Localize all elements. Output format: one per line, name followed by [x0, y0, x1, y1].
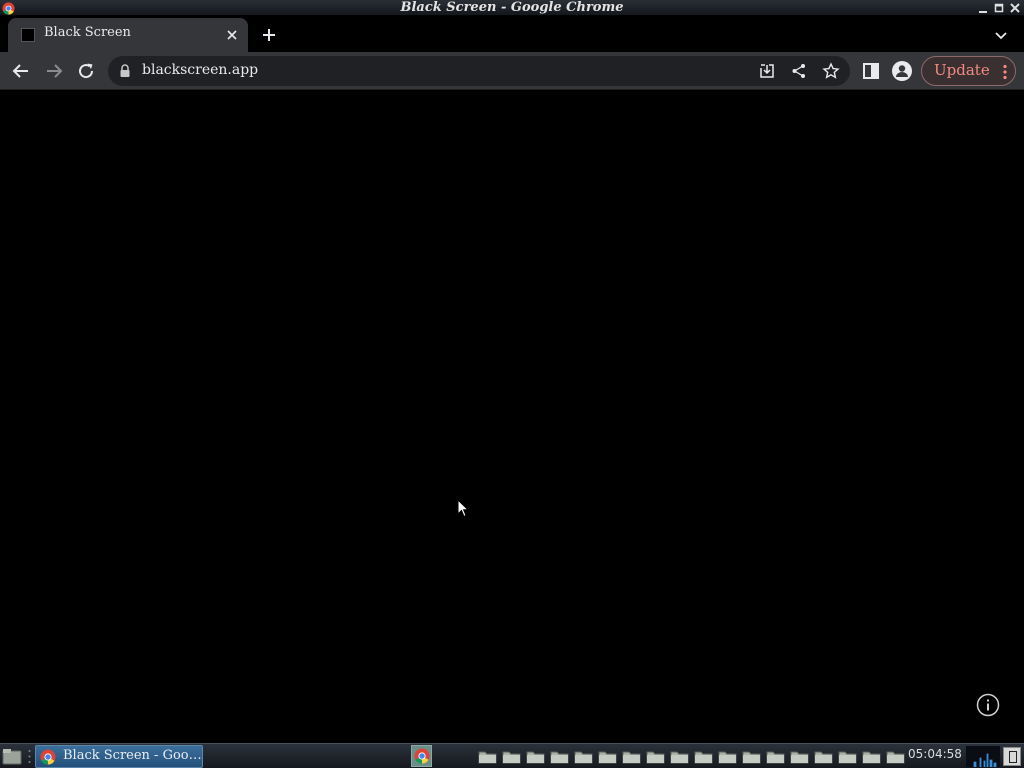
taskbar-window-label: Black Screen - Goo… — [63, 748, 202, 763]
chrome-launcher-icon — [414, 748, 430, 764]
cpu-monitor-graph[interactable] — [966, 746, 1000, 767]
profile-icon[interactable] — [891, 60, 913, 82]
tray-button[interactable] — [1003, 747, 1021, 766]
lock-icon[interactable] — [119, 64, 131, 78]
workspace-folder-icon[interactable] — [838, 749, 857, 764]
workspace-folder-icon[interactable] — [718, 749, 737, 764]
window-title: Black Screen - Google Chrome — [400, 0, 624, 15]
update-button-label: Update — [934, 61, 990, 79]
maximize-icon[interactable] — [992, 1, 1006, 15]
workspace-folder-icon[interactable] — [574, 749, 593, 764]
workspace-folder-icon[interactable] — [742, 749, 761, 764]
workspace-folder-icon[interactable] — [814, 749, 833, 764]
workspace-folder-icon[interactable] — [550, 749, 569, 764]
browser-toolbar: blackscreen.app Update — [0, 52, 1024, 90]
tab-strip: Black Screen — [0, 16, 1024, 52]
tab-black-screen[interactable]: Black Screen — [8, 18, 248, 52]
workspace-folder-icon[interactable] — [670, 749, 689, 764]
start-menu-icon[interactable] — [2, 748, 22, 765]
back-arrow-icon[interactable] — [10, 60, 32, 82]
tab-title: Black Screen — [44, 25, 131, 40]
workspace-folder-icon[interactable] — [502, 749, 521, 764]
share-icon[interactable] — [790, 62, 808, 80]
tab-favicon-icon — [21, 28, 35, 42]
new-tab-button[interactable] — [258, 24, 280, 46]
workspace-folder-icon[interactable] — [526, 749, 545, 764]
chrome-icon — [40, 749, 56, 765]
bookmark-star-icon[interactable] — [822, 62, 840, 80]
taskbar-clock[interactable]: 05:04:58 — [908, 747, 962, 761]
close-icon[interactable] — [1008, 1, 1022, 15]
workspace-folder-icon[interactable] — [646, 749, 665, 764]
mouse-cursor-icon — [457, 499, 469, 518]
update-button[interactable]: Update — [921, 56, 1016, 86]
workspace-folder-icon[interactable] — [886, 749, 905, 764]
kebab-menu-icon[interactable] — [998, 63, 1012, 81]
reload-icon[interactable] — [75, 60, 97, 82]
forward-arrow-icon[interactable] — [43, 60, 65, 82]
workspace-folder-icon[interactable] — [862, 749, 881, 764]
workspace-folder-icon[interactable] — [694, 749, 713, 764]
url-text[interactable]: blackscreen.app — [142, 62, 258, 78]
install-app-icon[interactable] — [758, 62, 776, 80]
workspace-folder-icon[interactable] — [478, 749, 497, 764]
workspace-folder-icon[interactable] — [766, 749, 785, 764]
taskbar-chrome-window[interactable]: Black Screen - Goo… — [35, 745, 203, 768]
minimize-icon[interactable] — [976, 1, 990, 15]
tab-search-chevron-down-icon[interactable] — [992, 26, 1010, 44]
page-content-black-screen[interactable] — [0, 90, 1024, 743]
workspace-folder-icon[interactable] — [598, 749, 617, 764]
window-titlebar[interactable]: Black Screen - Google Chrome — [0, 0, 1024, 16]
taskbar: Black Screen - Goo… 05:04:58 — [0, 743, 1024, 768]
workspace-folder-icon[interactable] — [790, 749, 809, 764]
workspace-folder-icon[interactable] — [622, 749, 641, 764]
side-panel-icon[interactable] — [860, 60, 882, 82]
chrome-launcher-button[interactable] — [411, 745, 432, 767]
taskbar-separator-handle[interactable] — [28, 749, 31, 764]
address-bar[interactable]: blackscreen.app — [108, 56, 850, 86]
info-icon[interactable] — [976, 693, 1000, 717]
tab-close-icon[interactable] — [224, 27, 240, 43]
